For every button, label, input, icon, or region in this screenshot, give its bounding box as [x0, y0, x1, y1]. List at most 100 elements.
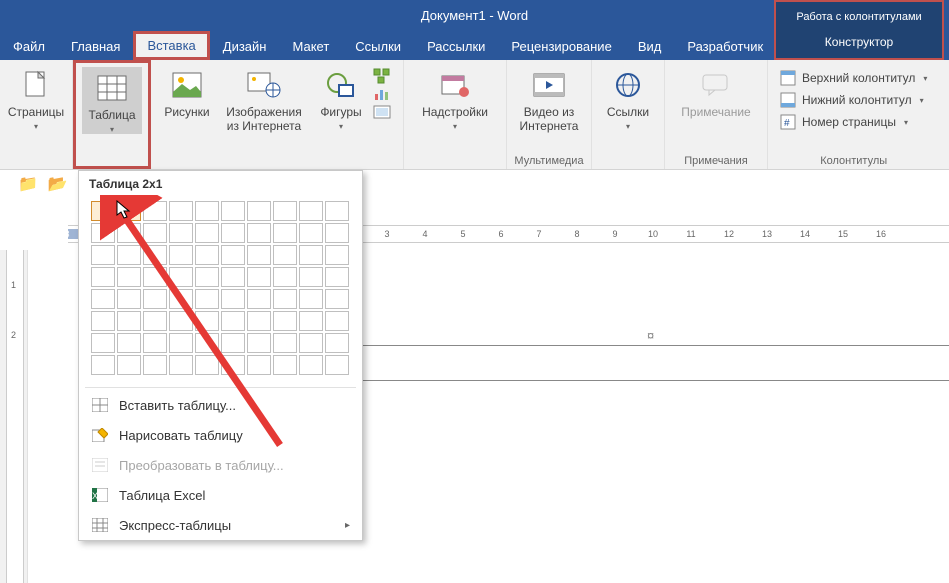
grid-cell[interactable]: [325, 223, 349, 243]
grid-cell[interactable]: [221, 223, 245, 243]
grid-cell[interactable]: [143, 201, 167, 221]
draw-table-menu-item[interactable]: Нарисовать таблицу: [79, 420, 362, 450]
grid-cell[interactable]: [221, 267, 245, 287]
grid-cell[interactable]: [299, 223, 323, 243]
footer-button[interactable]: Нижний колонтитул▾: [774, 90, 933, 110]
grid-cell[interactable]: [143, 311, 167, 331]
grid-cell[interactable]: [91, 223, 115, 243]
tab-mailings[interactable]: Рассылки: [414, 33, 498, 60]
folder-icon[interactable]: 📁: [18, 174, 38, 194]
grid-cell[interactable]: [247, 201, 271, 221]
grid-cell[interactable]: [273, 223, 297, 243]
grid-cell[interactable]: [195, 267, 219, 287]
grid-cell[interactable]: [91, 245, 115, 265]
grid-cell[interactable]: [273, 245, 297, 265]
online-video-button[interactable]: Видео изИнтернета: [513, 64, 585, 134]
smartart-icon[interactable]: [373, 68, 397, 84]
grid-cell[interactable]: [325, 289, 349, 309]
grid-cell[interactable]: [169, 201, 193, 221]
grid-cell[interactable]: [143, 245, 167, 265]
grid-cell[interactable]: [221, 245, 245, 265]
grid-cell[interactable]: [247, 355, 271, 375]
grid-cell[interactable]: [273, 289, 297, 309]
grid-cell[interactable]: [221, 333, 245, 353]
grid-cell[interactable]: [143, 355, 167, 375]
grid-cell[interactable]: [117, 355, 141, 375]
tab-file[interactable]: Файл: [0, 33, 58, 60]
tab-references[interactable]: Ссылки: [342, 33, 414, 60]
grid-cell[interactable]: [221, 201, 245, 221]
grid-cell[interactable]: [169, 245, 193, 265]
grid-cell[interactable]: [299, 333, 323, 353]
grid-cell[interactable]: [169, 333, 193, 353]
grid-cell[interactable]: [117, 289, 141, 309]
grid-cell[interactable]: [143, 289, 167, 309]
tab-layout[interactable]: Макет: [279, 33, 342, 60]
open-icon[interactable]: 📂: [48, 174, 68, 194]
grid-cell[interactable]: [91, 311, 115, 331]
tab-home[interactable]: Главная: [58, 33, 133, 60]
grid-cell[interactable]: [299, 245, 323, 265]
grid-cell[interactable]: [247, 289, 271, 309]
links-button[interactable]: Ссылки ▾: [598, 64, 658, 131]
grid-cell[interactable]: [325, 311, 349, 331]
grid-cell[interactable]: [91, 267, 115, 287]
grid-cell[interactable]: [91, 333, 115, 353]
grid-cell[interactable]: [221, 289, 245, 309]
tab-design[interactable]: Дизайн: [210, 33, 280, 60]
grid-cell[interactable]: [273, 355, 297, 375]
grid-cell[interactable]: [195, 355, 219, 375]
grid-cell[interactable]: [91, 289, 115, 309]
grid-cell[interactable]: [325, 267, 349, 287]
header-button[interactable]: Верхний колонтитул▾: [774, 68, 933, 88]
table-size-grid[interactable]: [79, 195, 362, 385]
grid-cell[interactable]: [247, 311, 271, 331]
excel-table-menu-item[interactable]: X Таблица Excel: [79, 480, 362, 510]
insert-table-menu-item[interactable]: Вставить таблицу...: [79, 390, 362, 420]
grid-cell[interactable]: [273, 267, 297, 287]
grid-cell[interactable]: [221, 355, 245, 375]
grid-cell[interactable]: [299, 201, 323, 221]
grid-cell[interactable]: [117, 333, 141, 353]
pages-button[interactable]: Страницы ▾: [6, 64, 66, 131]
grid-cell[interactable]: [299, 267, 323, 287]
grid-cell[interactable]: [195, 201, 219, 221]
grid-cell[interactable]: [299, 355, 323, 375]
grid-cell[interactable]: [169, 355, 193, 375]
grid-cell[interactable]: [247, 333, 271, 353]
grid-cell[interactable]: [169, 223, 193, 243]
pictures-button[interactable]: Рисунки: [157, 64, 217, 169]
grid-cell[interactable]: [273, 201, 297, 221]
grid-cell[interactable]: [195, 333, 219, 353]
grid-cell[interactable]: [195, 245, 219, 265]
tab-constructor[interactable]: Конструктор: [825, 35, 893, 49]
grid-cell[interactable]: [325, 333, 349, 353]
grid-cell[interactable]: [117, 223, 141, 243]
tab-insert[interactable]: Вставка: [133, 31, 209, 60]
grid-cell[interactable]: [221, 311, 245, 331]
chart-icon[interactable]: [373, 86, 397, 102]
grid-cell[interactable]: [325, 245, 349, 265]
grid-cell[interactable]: [169, 289, 193, 309]
vertical-ruler[interactable]: 1 2: [6, 250, 24, 583]
grid-cell[interactable]: [273, 333, 297, 353]
grid-cell[interactable]: [195, 223, 219, 243]
grid-cell[interactable]: [143, 223, 167, 243]
grid-cell[interactable]: [299, 289, 323, 309]
grid-cell[interactable]: [325, 201, 349, 221]
grid-cell[interactable]: [299, 311, 323, 331]
grid-cell[interactable]: [195, 289, 219, 309]
shapes-button[interactable]: Фигуры ▾: [311, 64, 371, 169]
grid-cell[interactable]: [169, 267, 193, 287]
tab-review[interactable]: Рецензирование: [498, 33, 624, 60]
grid-cell[interactable]: [117, 245, 141, 265]
grid-cell[interactable]: [169, 311, 193, 331]
addins-button[interactable]: Надстройки ▾: [410, 64, 500, 131]
tab-developer[interactable]: Разработчик: [674, 33, 776, 60]
grid-cell[interactable]: [143, 267, 167, 287]
grid-cell[interactable]: [195, 311, 219, 331]
online-pictures-button[interactable]: Изображенияиз Интернета: [219, 64, 309, 169]
grid-cell[interactable]: [117, 267, 141, 287]
grid-cell[interactable]: [247, 245, 271, 265]
grid-cell[interactable]: [91, 201, 115, 221]
